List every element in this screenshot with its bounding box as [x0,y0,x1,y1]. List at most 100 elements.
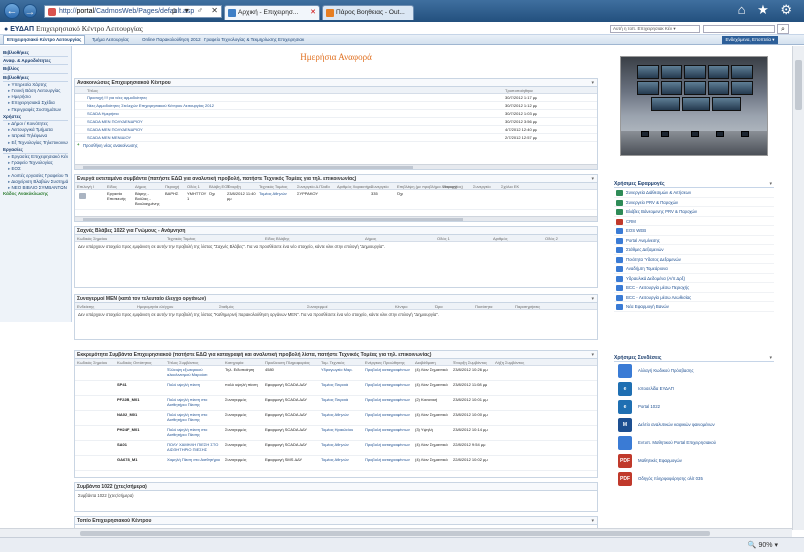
table-row[interactable]: NA02_M01 Πολύ υψηλή πίεση στο Αισθητήριο … [75,411,597,426]
useful-link[interactable]: Αλλαγή Κωδικού Πρόσβασης [614,362,774,380]
browser-tab-2[interactable]: Πάρος Βοηθειας - Out... [322,5,414,20]
column-header[interactable]: Κωδικός Σημείου [77,236,107,241]
table-row[interactable]: SCADA ΜΕΝ ΠΟΛΥΔΕΝΔΡΙΟΥ 30/7/2012 3:56 μμ [75,118,597,126]
nav-heading[interactable]: Εργασίες [3,147,68,155]
table-cell[interactable]: Τομέας Πειραιά [321,397,363,402]
column-header[interactable]: Οδός 1 [437,236,450,241]
table-cell[interactable]: Προβολή καταγραφέντων [365,367,413,372]
useful-link[interactable]: PDF Οδηγός πληρφοφόρησης ολίτ 035 [614,470,774,488]
app-link[interactable]: BCC - Λειτουργία μέσω Λεωθισίας [614,293,774,302]
app-link[interactable]: Νέα Εφαρμογή Βανών [614,302,774,312]
column-header[interactable]: Ενδείκτης [77,304,94,309]
topnav-item[interactable]: Γραφείο Τεχνολογίας & Τεκμηρίωσης Επιχει… [204,37,304,42]
column-header[interactable]: Λήξη Συμβάντος [495,360,524,365]
table-cell[interactable]: Τομέας Ηρακλείου [321,427,363,432]
table-row[interactable]: SP41 Πολύ υψηλή πίεση πολύ υψηλή πίεση Εφαρ… [75,381,597,396]
horizontal-scrollbar[interactable] [75,164,597,169]
table-cell[interactable]: ΠΟΛΥ ΧΑΜΗΛΗ ΠΙΕΣΗ ΣΤΟ ΑΙΣΘΗΤΗΡΙΟ ΠΙΕΣΗΣ [167,442,223,452]
app-link[interactable]: Portal Ανεμίνεσης [614,236,774,245]
nav-item[interactable]: Εξ Τεχνολογίας Τηλεπικοινωνίες [3,140,68,146]
table-row[interactable]: GA678_M1 Χαμηλή Πίεση στο Αισθητήριο Συναγ… [75,456,597,471]
announcement-title[interactable]: Νέες Αρμοδιότητες Στελεχών Επιχειρησιακο… [87,103,214,108]
back-button[interactable]: ← [4,3,20,19]
app-link[interactable]: Υδραυλικά Δεδομένα (Α/π Δρξ) [614,274,774,283]
column-header[interactable]: Τίτλος Συμβάντος [167,360,198,365]
close-tab-icon[interactable]: ✕ [310,6,316,20]
table-cell[interactable]: Πολύ υψηλή πίεση στο Αισθητήριο Πίεσης [167,397,223,407]
address-controls[interactable]: ρ ▾ ♂ ✕ [172,5,221,16]
column-header[interactable]: Διαβάθμιση [415,360,436,365]
table-row[interactable]: PH24F_M01 Πολύ υψηλή πίεση στο Αισθητήριο… [75,426,597,441]
useful-link[interactable]: PDF Μαθητικές Εφαρμογών [614,452,774,470]
search-icon[interactable]: ⌕ [777,24,789,34]
app-link[interactable]: BCC - Λειτουργία μέσω Περιοχής [614,283,774,293]
horizontal-scrollbar[interactable] [75,216,597,221]
table-row[interactable]: SCADA Ημερήσιο 30/7/2012 1:03 μμ [75,110,597,118]
nav-item[interactable]: Λοιπές εργασίες Γραφείου Τεχνολογίας [3,173,68,179]
column-header[interactable]: Είδος Βλάβης [265,236,289,241]
useful-link[interactable]: e Portal 1022 [614,398,774,416]
nav-heading[interactable]: Βιβλιοθήκες [3,75,68,82]
column-header[interactable]: Αριθμός Χαρακτήρα [337,184,373,189]
topnav-item[interactable]: Επιχειρησιακό Κέντρο Λειτουργίας [3,35,86,45]
column-header[interactable]: Κωδικός Σημείου [77,360,107,365]
table-row[interactable]: SCADA ΜΕΝ ΠΟΛΥΔΕΝΔΡΙΟΥ 4/7/2012 12:40 μμ [75,126,597,134]
column-header[interactable]: Κέντρο [395,304,408,309]
announcement-title[interactable]: SCADA ΜΕΝ ΠΟΛΥΔΕΝΔΡΙΟΥ [87,119,143,124]
table-cell[interactable]: Προβολή καταγραφέντων [365,412,413,417]
announcement-title[interactable]: SCADA ΜΕΝ ΠΟΛΥΔΕΝΔΡΙΟΥ [87,127,143,132]
column-header[interactable]: Ώρα [435,304,443,309]
table-row[interactable]: Νέες Αρμοδιότητες Στελεχών Επιχειρησιακο… [75,102,597,110]
table-cell[interactable]: Τομέας Αθηνών [321,442,363,447]
app-link[interactable]: Στάθμες Δεξαμενών [614,245,774,255]
page-horizontal-scrollbar[interactable] [0,528,792,537]
useful-link[interactable]: e Ιστοσελίδα ΕΥΔΑΠ [614,380,774,398]
column-header[interactable]: Έναρξη [227,184,241,189]
table-cell[interactable]: Τομέας Αθηνών [321,412,363,417]
table-cell[interactable]: Πολύ υψηλή πίεση [167,382,223,387]
useful-link[interactable]: Εντυπ. Μαθητικού Portal Επιχειρησιακού [614,434,774,452]
edit-icon[interactable] [79,193,86,199]
column-header[interactable]: Συνεργείο [473,184,491,189]
table-cell[interactable]: Προβολή καταγραφέντων [365,457,413,462]
table-cell[interactable]: Προβολή καταγραφέντων [365,382,413,387]
table-cell[interactable]: Έλλειψη εξωτερικού αλκαλινισμού Μαρούσι [167,367,223,377]
column-header[interactable]: Επιλογή Ι [77,184,94,189]
webpart-menu-icon[interactable]: ▾ [591,517,594,525]
column-header[interactable]: Τεχνικός Τομέας [167,236,195,241]
table-row[interactable]: Έλλειψη εξωτερικού αλκαλινισμού Μαρούσι Τ… [75,366,597,381]
nav-item[interactable]: Κάδος Ανακύκλωσης [3,191,68,197]
nav-heading[interactable]: Αναφ. & Αρμοδιότητες [3,58,68,66]
table-cell[interactable]: Χαμηλή Πίεση στο Αισθητήριο [167,457,223,462]
column-header[interactable]: Είδος [107,184,117,189]
table-row[interactable]: SA01 ΠΟΛΥ ΧΑΜΗΛΗ ΠΙΕΣΗ ΣΤΟ ΑΙΣΘΗΤΗΡΙΟ ΠΙΕ… [75,441,597,456]
vertical-scrollbar[interactable] [792,46,804,530]
announcement-title[interactable]: Προσοχή !!! για νέες αρμοδιότητες [87,95,147,100]
app-link[interactable]: EOS WEB [614,226,774,236]
column-header[interactable]: Παροχή [443,184,457,189]
webpart-title[interactable]: Ενεργά εκτεταμένα συμβάντα (πατήστε ΕΔΩ … [77,176,356,182]
column-header[interactable]: Κατηγορία [225,360,243,365]
browser-icons[interactable]: ⌂ ★ ⚙ [738,2,796,18]
column-header[interactable]: Κωδικός Οντότητας [117,360,152,365]
nav-heading[interactable]: Χρήστες [3,114,68,122]
app-link[interactable]: Αναδήμτη Τομεάριονα [614,264,774,274]
table-cell[interactable]: Υδραγωγείο Μαρ. [321,367,363,372]
incidents-1022-link[interactable]: Συμβάντα 1022 (χτες/σήμερα) [75,491,597,500]
webpart-menu-icon[interactable]: ▾ [591,79,594,87]
table-cell[interactable]: Προβολή καταγραφέντων [365,442,413,447]
webpart-title[interactable]: Εκκρεμότητα Συμβάντα Επιχειρησιακού (πατ… [77,352,431,358]
column-header[interactable]: Σχόλιο ΕΚ [501,184,519,189]
app-link[interactable]: Συνεργεία Διάθεσιμών & Αιτήσεων [614,188,774,198]
search-input[interactable] [703,25,775,33]
zoom-control[interactable]: 🔍 90% ▾ [748,541,778,549]
add-announcement-link[interactable]: Προσθήκη νέας ανακοίνωσης [75,142,597,149]
user-menu-button[interactable]: Ενδεχόμενα, Εποπτεία ▾ [722,36,778,44]
browser-tab-1[interactable]: Αρχική - Επιχειρησ... ✕ [224,5,320,20]
topnav-item[interactable]: Online Παρακολούθηση 2012 [142,37,201,42]
column-header[interactable]: Σταθμός [219,304,234,309]
useful-link[interactable]: M Δελτίο αναλυτικών καιρικών φαινομένων [614,416,774,434]
column-header[interactable]: Αριθμός [493,236,508,241]
nav-item[interactable]: Περιγραφές Συστημάτων [3,107,68,113]
table-cell[interactable]: Προβολή καταγραφέντων [365,427,413,432]
